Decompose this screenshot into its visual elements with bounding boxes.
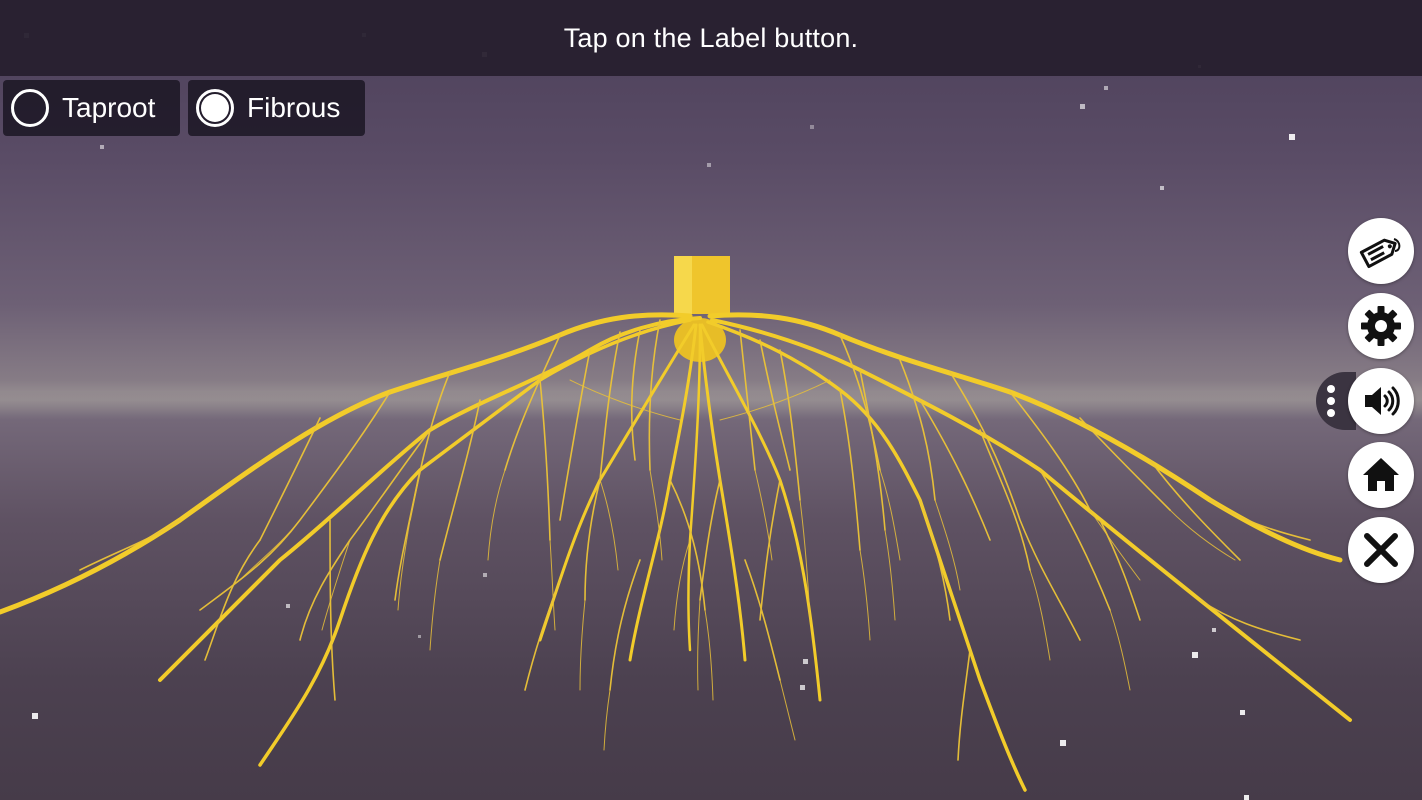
fibrous-option[interactable]: Fibrous [188,80,365,136]
settings-button[interactable] [1348,293,1414,359]
taproot-radio-icon[interactable] [11,89,49,127]
home-button[interactable] [1348,442,1414,508]
home-icon [1363,458,1399,491]
radio-selected-dot [201,94,229,122]
instruction-text: Tap on the Label button. [563,22,859,53]
close-button[interactable] [1348,517,1414,583]
instruction-bar: Tap on the Label button. [0,0,1422,76]
taproot-option[interactable]: Taproot [3,80,180,136]
tag-icon [1359,238,1401,269]
label-button[interactable] [1348,218,1414,284]
fibrous-radio-icon[interactable] [196,89,234,127]
close-icon [1364,533,1398,567]
fibrous-label: Fibrous [247,92,341,123]
vertical-dots-icon [1327,385,1335,421]
speaker-icon [1365,386,1400,416]
gear-icon [1361,306,1401,346]
sound-button[interactable] [1348,368,1414,434]
taproot-label: Taproot [62,92,156,123]
